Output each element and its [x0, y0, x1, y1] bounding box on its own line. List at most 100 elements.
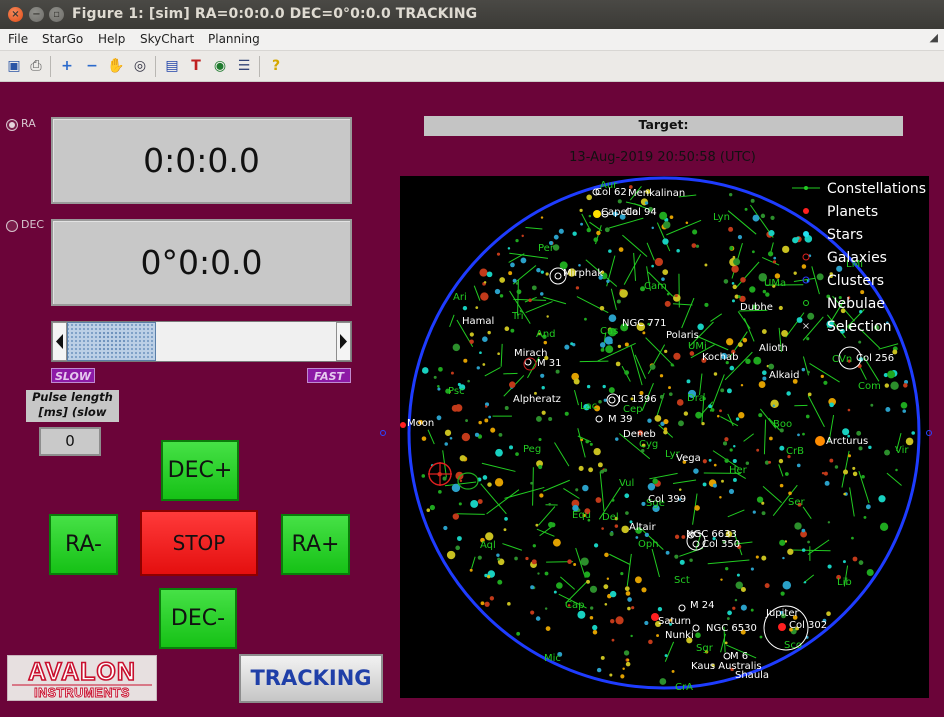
- star-marker: [726, 388, 732, 394]
- menu-stargo[interactable]: StarGo: [42, 32, 83, 46]
- star-marker: [852, 471, 858, 477]
- star-marker: [678, 488, 682, 491]
- constellation-line: [599, 471, 605, 512]
- star-marker: [615, 361, 621, 367]
- zoom-out-icon[interactable]: −: [82, 56, 102, 76]
- star-marker: [767, 251, 774, 257]
- pulse-length-label: Pulse length [ms] (slow: [26, 390, 119, 422]
- sky-chart[interactable]: Aur Lyn Per Cam UMa LMi Ari Tri And Cas UMi CVn Com P…: [400, 176, 929, 698]
- star-marker: [495, 448, 503, 457]
- star-marker: [761, 370, 767, 376]
- window-minimize-button[interactable]: −: [29, 7, 44, 22]
- speed-slider[interactable]: [51, 321, 352, 362]
- star-marker: [724, 458, 729, 463]
- star-marker: [737, 342, 743, 348]
- properties-icon[interactable]: ☰: [234, 56, 254, 76]
- pulse-length-input[interactable]: 0: [39, 427, 101, 456]
- window-maximize-button[interactable]: ▫: [49, 7, 64, 22]
- star-marker: [552, 538, 561, 547]
- star-marker: [504, 326, 510, 332]
- star-marker: [829, 402, 834, 408]
- star-marker: [482, 336, 488, 343]
- constellation-line: [577, 428, 586, 458]
- constellation-line: [791, 549, 831, 552]
- star-marker: [558, 228, 564, 234]
- ra-plus-button[interactable]: RA+: [281, 514, 350, 575]
- constellation-label: CrA: [675, 682, 693, 693]
- star-marker: [579, 208, 583, 212]
- star-marker: [478, 420, 482, 425]
- menu-help[interactable]: Help: [98, 32, 125, 46]
- star-marker: [482, 475, 488, 480]
- star-marker: [902, 409, 907, 413]
- star-marker: [624, 342, 629, 347]
- star-marker: [626, 658, 630, 662]
- constellation-label: Dra: [687, 393, 705, 404]
- constellation-label: Cas: [600, 326, 618, 337]
- star-marker: [716, 414, 720, 418]
- star-marker: [641, 587, 647, 593]
- star-marker: [600, 655, 605, 660]
- sky-chart-canvas[interactable]: AurLynPerCam UMaLMiAriTriAnd CasUMiCVnComP…: [400, 176, 929, 698]
- ra-radio[interactable]: [6, 119, 18, 131]
- slider-thumb[interactable]: [67, 322, 156, 361]
- text-tool-icon[interactable]: T: [186, 56, 206, 76]
- pan-hand-icon[interactable]: ✋: [106, 56, 126, 76]
- dec-minus-button[interactable]: DEC-: [159, 588, 237, 649]
- star-marker: [617, 199, 622, 204]
- star-marker: [735, 417, 740, 421]
- constellation-line: [762, 256, 780, 266]
- star-marker: [847, 454, 852, 458]
- svg-text:INSTRUMENTS: INSTRUMENTS: [34, 686, 130, 700]
- home-view-icon[interactable]: ◎: [130, 56, 150, 76]
- menu-planning[interactable]: Planning: [208, 32, 260, 46]
- toolbar-separator: [259, 56, 260, 77]
- cluster-marker: [692, 624, 700, 632]
- star-marker: [652, 478, 659, 485]
- window-titlebar: × − ▫ Figure 1: [sim] RA=0:0:0.0 DEC=0°0…: [0, 0, 944, 29]
- star-marker: [758, 381, 766, 388]
- star-marker: [670, 363, 674, 367]
- star-marker: [599, 342, 606, 348]
- planet-marker: [778, 623, 786, 631]
- help-icon[interactable]: ?: [266, 56, 286, 76]
- constellation-line: [543, 296, 567, 305]
- constellation-label: Her: [729, 465, 748, 476]
- star-marker: [911, 431, 915, 435]
- legend-label: Nebulae: [827, 296, 885, 312]
- save-icon[interactable]: ▣: [4, 56, 24, 76]
- slider-right-arrow-button[interactable]: [336, 322, 351, 361]
- object-label: Col 256: [856, 353, 894, 364]
- print-icon[interactable]: ⎙: [26, 56, 46, 76]
- constellation-line: [577, 435, 592, 443]
- star-marker: [484, 601, 490, 607]
- constellation-line: [532, 467, 534, 506]
- star-marker: [648, 639, 653, 645]
- legend-label: Selection: [827, 319, 892, 335]
- menu-skychart[interactable]: SkyChart: [140, 32, 194, 46]
- star-marker: [421, 474, 426, 478]
- menu-file[interactable]: File: [8, 32, 28, 46]
- menu-overflow-icon[interactable]: ◢: [930, 31, 938, 44]
- star-marker: [755, 555, 759, 559]
- star-marker: [516, 631, 521, 636]
- ra-minus-button[interactable]: RA-: [49, 514, 118, 575]
- star-marker: [604, 552, 609, 558]
- constellation-line: [672, 479, 697, 485]
- dec-plus-button[interactable]: DEC+: [161, 440, 239, 501]
- star-marker: [762, 289, 767, 294]
- star-marker: [580, 222, 584, 226]
- book-icon[interactable]: ▤: [162, 56, 182, 76]
- zoom-in-icon[interactable]: +: [57, 56, 77, 76]
- slider-left-arrow-button[interactable]: [52, 322, 67, 361]
- star-marker: [462, 305, 468, 311]
- window-close-button[interactable]: ×: [8, 7, 23, 22]
- star-marker: [806, 337, 810, 341]
- dec-radio[interactable]: [6, 220, 18, 232]
- star-marker: [659, 394, 664, 399]
- globe-icon[interactable]: ◉: [210, 56, 230, 76]
- tracking-button[interactable]: TRACKING: [239, 654, 383, 703]
- star-marker: [449, 436, 453, 440]
- stop-button[interactable]: STOP: [140, 510, 258, 576]
- star-marker: [509, 445, 514, 450]
